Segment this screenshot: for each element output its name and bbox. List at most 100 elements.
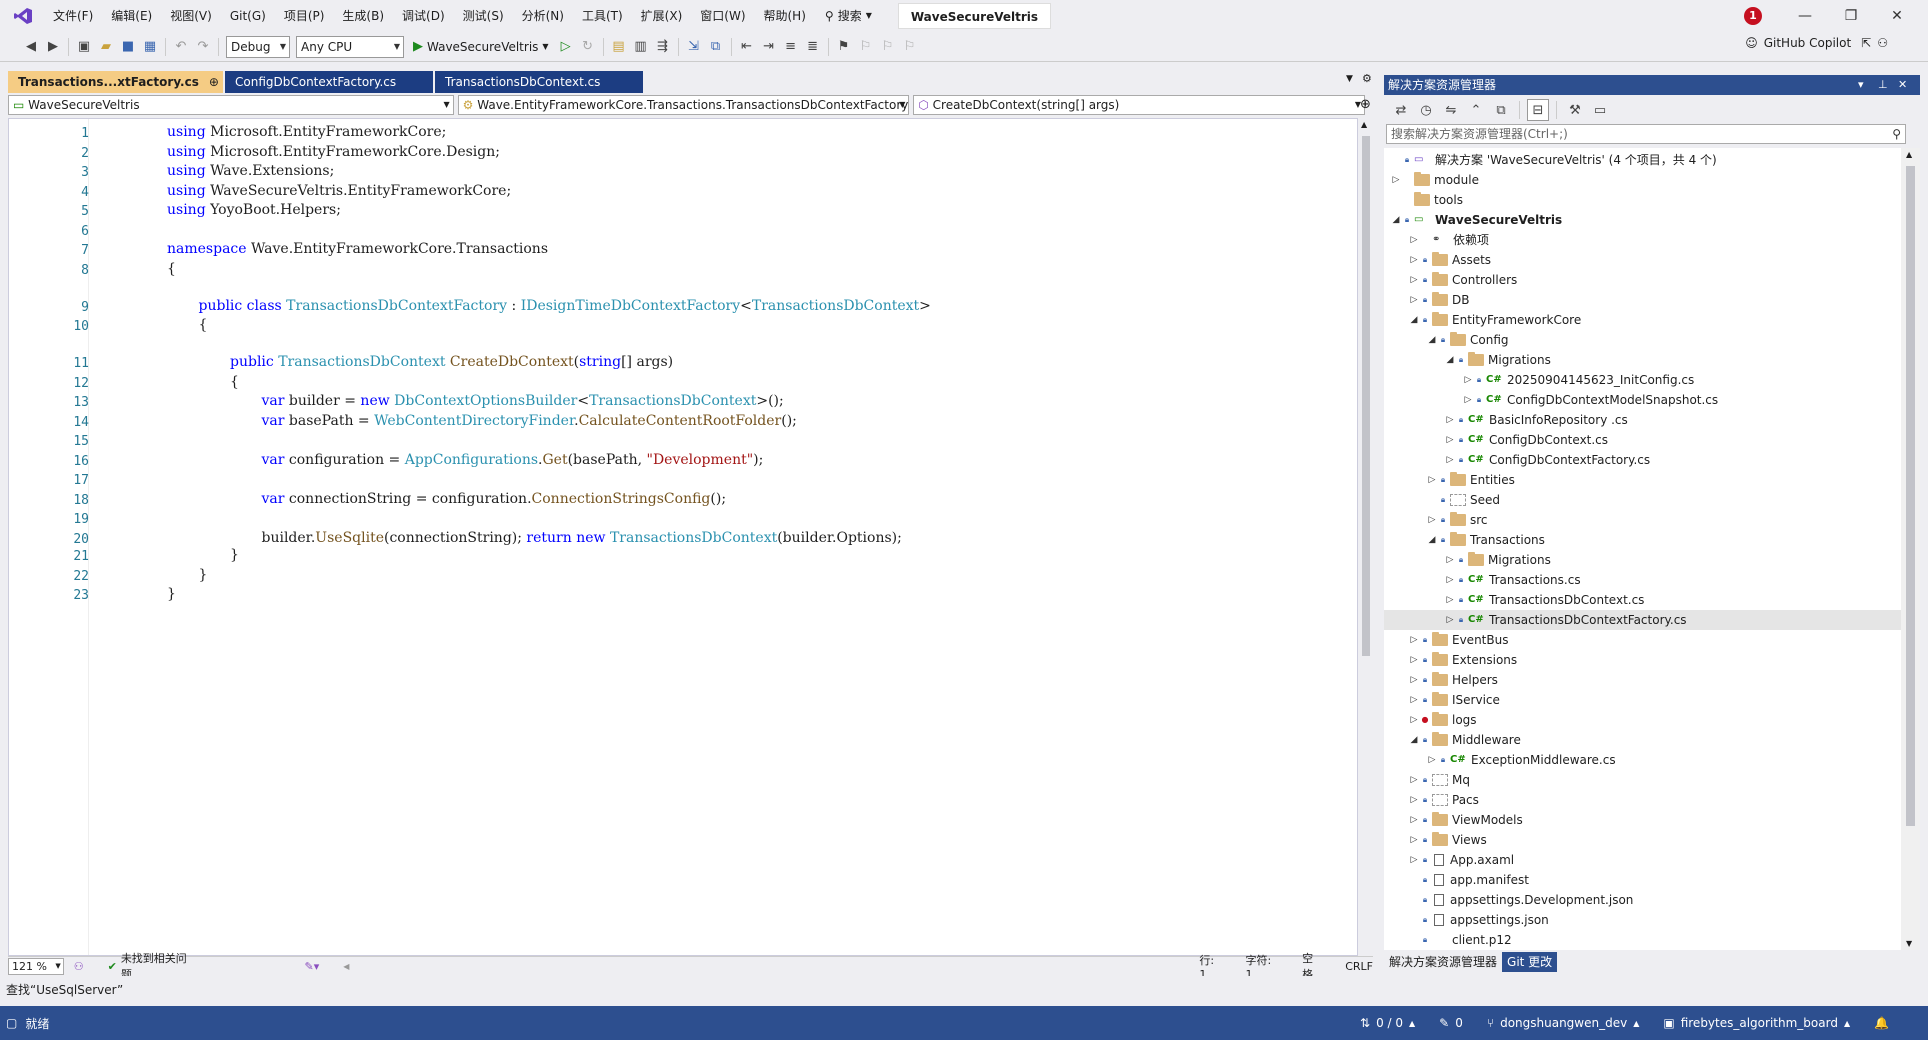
code-line[interactable]: using YoyoBoot.Helpers; (167, 202, 341, 218)
prev-bookmark-icon[interactable]: ⚐ (855, 36, 877, 58)
tree-item[interactable]: 🔒︎ app.manifest (1384, 870, 1901, 890)
dropdown-icon[interactable]: ▾ (1858, 75, 1864, 95)
tab-overflow-icon[interactable]: ▼ (1346, 74, 1353, 84)
tree-item[interactable]: ▷ ⚭ 依赖项 (1384, 230, 1901, 250)
tree-item[interactable]: ▷ 🔒︎ App.axaml (1384, 850, 1901, 870)
solution-search-input[interactable]: 搜索解决方案资源管理器(Ctrl+;) ⚲ (1386, 124, 1906, 144)
hot-reload-icon[interactable]: ↻ (577, 36, 599, 58)
start-without-debugging-icon[interactable]: ▷ (555, 36, 577, 58)
tree-item[interactable]: ▷ 🔒︎ C# Transactions.cs (1384, 570, 1901, 590)
document-tab[interactable]: ConfigDbContextFactory.cs (225, 71, 433, 93)
bookmark-icon[interactable]: ⚑ (833, 36, 855, 58)
tree-item[interactable]: ▷ 🔒︎ C# ConfigDbContextModelSnapshot.cs (1384, 390, 1901, 410)
code-editor[interactable]: 1 2 3 4 5 6 7 8 9 10 11 12 13 14 15 16 17 18 19 20 21 22 23 us… (8, 118, 1358, 956)
tree-item[interactable]: ▷ 🔒︎ Controllers (1384, 270, 1901, 290)
zoom-select[interactable]: 121 % ▼ (8, 957, 64, 975)
search-button[interactable]: ⚲ 搜索 ▼ (815, 4, 882, 28)
tree-item[interactable]: ▷ ● logs (1384, 710, 1901, 730)
next-bookmark-icon[interactable]: ⚐ (877, 36, 899, 58)
chevron-right-icon[interactable]: ▷ (1426, 750, 1438, 770)
code-line[interactable]: namespace Wave.EntityFrameworkCore.Trans… (167, 241, 548, 257)
chevron-expanded-icon[interactable]: ◢ (1426, 330, 1438, 350)
chevron-right-icon[interactable]: ▷ (1444, 610, 1456, 630)
chevron-right-icon[interactable]: ▷ (1444, 430, 1456, 450)
clear-bookmarks-icon[interactable]: ⚐ (899, 36, 921, 58)
tree-item[interactable]: ◢ 🔒︎ EntityFrameworkCore (1384, 310, 1901, 330)
chevron-right-icon[interactable]: ▷ (1408, 710, 1420, 730)
tree-item[interactable]: ▷ 🔒︎ C# BasicInfoRepository .cs (1384, 410, 1901, 430)
editor-scroll-thumb[interactable] (1362, 136, 1370, 656)
code-line[interactable]: using WaveSecureVeltris.EntityFrameworkC… (167, 183, 511, 199)
solution-scrollbar[interactable]: ▲ ▼ (1901, 148, 1920, 950)
chevron-right-icon[interactable]: ▷ (1408, 850, 1420, 870)
scroll-up-icon[interactable]: ▲ (1906, 150, 1912, 159)
menu-item[interactable]: 调试(D) (393, 4, 454, 28)
code-line[interactable]: using Microsoft.EntityFrameworkCore.Desi… (167, 144, 500, 160)
menu-item[interactable]: Git(G) (221, 4, 275, 28)
configuration-select[interactable]: Debug ▼ (226, 35, 290, 58)
chevron-right-icon[interactable]: ▷ (1408, 630, 1420, 650)
tree-item[interactable]: ▷ 🔒︎ ViewModels (1384, 810, 1901, 830)
code-line[interactable]: public class TransactionsDbContextFactor… (199, 298, 931, 314)
step-icon[interactable]: ⇲ (683, 36, 705, 58)
line-ending-indicator[interactable]: CRLF (1345, 960, 1373, 973)
chevron-right-icon[interactable]: ▷ (1444, 550, 1456, 570)
redo-icon[interactable]: ↷ (192, 36, 214, 58)
code-line[interactable]: { (230, 374, 239, 390)
chevron-expanded-icon[interactable]: ◢ (1444, 350, 1456, 370)
notifications-bell-icon[interactable]: 🔔 (1874, 1016, 1889, 1030)
editor-scrollbar[interactable]: ▲ (1358, 118, 1374, 956)
show-all-files-icon[interactable]: ⧉ (1490, 99, 1512, 121)
feedback-icon[interactable]: ⚇ (74, 960, 84, 973)
tree-item[interactable]: ▷ 🔒︎ C# TransactionsDbContextFactory.cs (1384, 610, 1901, 630)
tree-item[interactable]: ▷ 🔒︎ C# ExceptionMiddleware.cs (1384, 750, 1901, 770)
chevron-right-icon[interactable]: ▷ (1408, 250, 1420, 270)
tree-item[interactable]: 🔒︎ ▭ 解决方案 'WaveSecureVeltris' (4 个项目，共 4 个… (1384, 150, 1901, 170)
chevron-expanded-icon[interactable]: ◢ (1408, 310, 1420, 330)
save-all-icon[interactable]: ▦ (139, 36, 161, 58)
layout-icon[interactable]: ▥ (630, 36, 652, 58)
solution-scroll-thumb[interactable] (1906, 166, 1915, 826)
repo-button[interactable]: ▣ firebytes_algorithm_board ▲ (1663, 1016, 1850, 1030)
tree-item[interactable]: ▷ 🔒︎ Pacs (1384, 790, 1901, 810)
code-line[interactable]: using Microsoft.EntityFrameworkCore; (167, 124, 446, 140)
chevron-right-icon[interactable]: ▷ (1426, 470, 1438, 490)
chevron-right-icon[interactable]: ▷ (1408, 650, 1420, 670)
outdent-icon[interactable]: ⇤ (736, 36, 758, 58)
project-nav-select[interactable]: ▭ WaveSecureVeltris ▼ (8, 95, 454, 115)
chevron-right-icon[interactable]: ▷ (1408, 790, 1420, 810)
code-line[interactable]: } (167, 586, 176, 602)
menu-item[interactable]: 窗口(W) (691, 4, 754, 28)
tree-item[interactable]: ◢ 🔒︎ Transactions (1384, 530, 1901, 550)
code-line[interactable]: { (167, 261, 176, 277)
open-folder-icon[interactable]: ▰ (95, 36, 117, 58)
tree-item[interactable]: 🔒︎ Seed (1384, 490, 1901, 510)
code-line[interactable]: var builder = new DbContextOptionsBuilde… (262, 393, 784, 409)
back-icon[interactable]: ◀ (20, 36, 42, 58)
tree-item[interactable]: 🔒︎ appsettings.json (1384, 910, 1901, 930)
tree-item[interactable]: ▷ 🔒︎ C# ConfigDbContext.cs (1384, 430, 1901, 450)
maximize-button[interactable]: ❐ (1828, 0, 1874, 32)
preview-icon[interactable]: ▭ (1589, 99, 1611, 121)
tree-item[interactable]: ▷ 🔒︎ Assets (1384, 250, 1901, 270)
code-line[interactable]: var basePath = WebContentDirectoryFinder… (262, 413, 797, 429)
chevron-right-icon[interactable]: ▷ (1408, 230, 1420, 250)
settings-gear-icon[interactable]: ⚙ (1362, 72, 1372, 85)
chevron-right-icon[interactable]: ▷ (1408, 830, 1420, 850)
code-line[interactable]: } (199, 567, 208, 583)
tree-item[interactable]: ▷ 🔒︎ EventBus (1384, 630, 1901, 650)
undo-icon[interactable]: ↶ (170, 36, 192, 58)
chevron-right-icon[interactable]: ▷ (1444, 410, 1456, 430)
chevron-expanded-icon[interactable]: ◢ (1408, 730, 1420, 750)
tree-item[interactable]: ▷ 🔒︎ Migrations (1384, 550, 1901, 570)
chevron-right-icon[interactable]: ▷ (1444, 450, 1456, 470)
document-tab[interactable]: TransactionsDbContext.cs (435, 71, 643, 93)
forward-icon[interactable]: ▶ (42, 36, 64, 58)
chevron-right-icon[interactable]: ▷ (1408, 670, 1420, 690)
menu-item[interactable]: 视图(V) (161, 4, 221, 28)
close-button[interactable]: ✕ (1874, 0, 1920, 32)
split-icon[interactable]: ⊕ (1360, 97, 1371, 112)
document-tab[interactable]: Transactions...xtFactory.cs⊕ × (8, 71, 223, 111)
chevron-right-icon[interactable]: ▷ (1444, 590, 1456, 610)
history-icon[interactable]: ◷ (1415, 99, 1437, 121)
